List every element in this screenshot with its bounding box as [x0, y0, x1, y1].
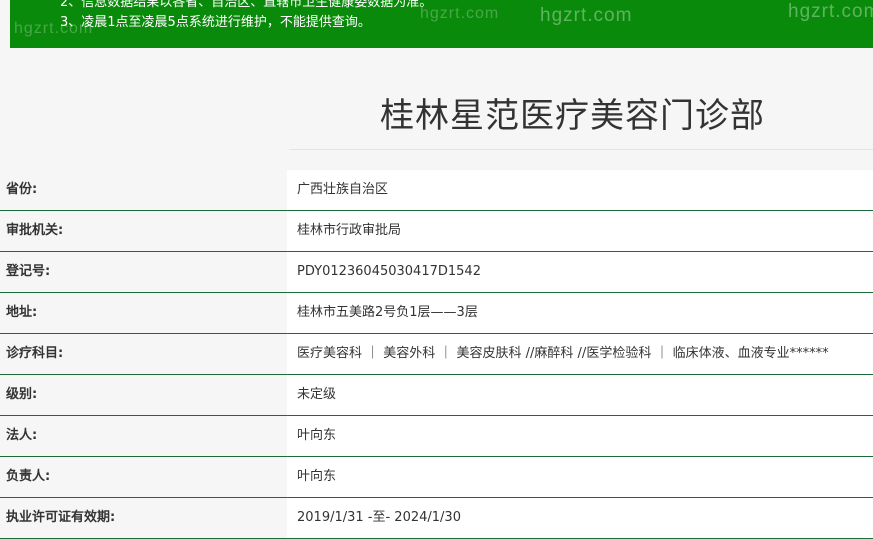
- row-label: 负责人:: [0, 457, 287, 497]
- table-row: 负责人: 叶向东: [0, 457, 873, 498]
- table-row: 省份: 广西壮族自治区: [0, 170, 873, 211]
- watermark: hgzrt.com: [14, 20, 94, 37]
- row-value: 桂林市行政审批局: [287, 211, 873, 251]
- row-label: 审批机关:: [0, 211, 287, 251]
- table-row: 登记号: PDY01236045030417D1542: [0, 252, 873, 293]
- table-row: 审批机关: 桂林市行政审批局: [0, 211, 873, 252]
- row-value: 叶向东: [287, 416, 873, 456]
- row-label: 执业许可证有效期:: [0, 498, 287, 538]
- row-value: 医疗美容科 ｜ 美容外科 ｜ 美容皮肤科 //麻醉科 //医学检验科 ｜ 临床体…: [287, 334, 873, 374]
- row-label: 级别:: [0, 375, 287, 415]
- watermark: hgzrt.com: [420, 5, 500, 22]
- info-table: 省份: 广西壮族自治区 审批机关: 桂林市行政审批局 登记号: PDY01236…: [0, 170, 873, 539]
- row-value: 2019/1/31 -至- 2024/1/30: [287, 498, 873, 538]
- row-label: 地址:: [0, 293, 287, 333]
- row-value: 桂林市五美路2号负1层——3层: [287, 293, 873, 333]
- table-row: 执业许可证有效期: 2019/1/31 -至- 2024/1/30: [0, 498, 873, 539]
- row-label: 省份:: [0, 170, 287, 210]
- table-row: 级别: 未定级: [0, 375, 873, 416]
- row-label: 诊疗科目:: [0, 334, 287, 374]
- table-row: 地址: 桂林市五美路2号负1层——3层: [0, 293, 873, 334]
- row-label: 法人:: [0, 416, 287, 456]
- row-label: 登记号:: [0, 252, 287, 292]
- row-value: 广西壮族自治区: [287, 170, 873, 210]
- page-title: 桂林星范医疗美容门诊部: [380, 96, 765, 136]
- row-value: PDY01236045030417D1542: [287, 252, 873, 292]
- table-row: 诊疗科目: 医疗美容科 ｜ 美容外科 ｜ 美容皮肤科 //麻醉科 //医学检验科…: [0, 334, 873, 375]
- table-row: 法人: 叶向东: [0, 416, 873, 457]
- watermark: hgzrt.com: [540, 5, 633, 26]
- divider: [289, 149, 873, 150]
- watermark: hgzrt.com: [788, 1, 873, 22]
- row-value: 未定级: [287, 375, 873, 415]
- row-value: 叶向东: [287, 457, 873, 497]
